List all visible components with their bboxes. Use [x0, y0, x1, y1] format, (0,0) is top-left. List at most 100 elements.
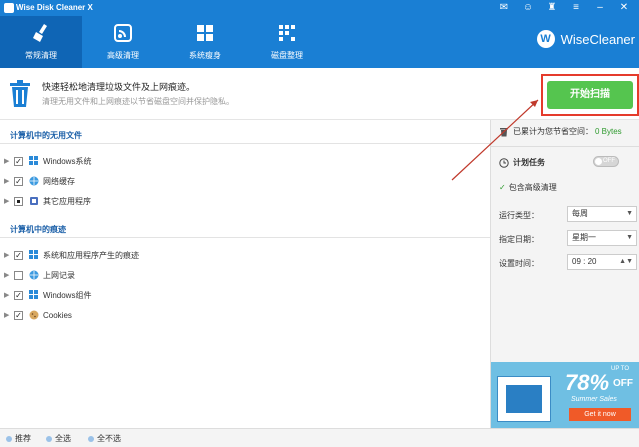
- recommend-label: 推荐: [15, 434, 31, 443]
- divider: [0, 143, 490, 144]
- run-type-label: 运行类型：: [499, 211, 539, 220]
- brand: W WiseCleaner: [536, 30, 635, 48]
- time-value: 09 : 20: [572, 257, 597, 266]
- time-label: 设置时间：: [499, 259, 539, 268]
- brand-name: WiseCleaner: [560, 31, 635, 47]
- trash-small-icon: [500, 127, 508, 136]
- tab-disk-defrag[interactable]: 磁盘整理: [246, 16, 328, 68]
- list-item-cookies[interactable]: ▶ ✓ Cookies: [4, 308, 72, 322]
- divider: [491, 146, 639, 147]
- schedule-label: 计划任务: [513, 158, 545, 167]
- title-bar: Wise Disk Cleaner X ✉ ☺ ♜ ≡ – ✕: [0, 0, 639, 16]
- select-all-icon: [46, 435, 52, 442]
- select-none-link[interactable]: 全不选: [88, 433, 121, 444]
- tab-system-slim[interactable]: 系统瘦身: [164, 16, 246, 68]
- wisecleaner-logo-icon: W: [536, 30, 555, 48]
- bottom-bar: 推荐 全选 全不选: [0, 428, 639, 447]
- item-label: Windows组件: [43, 290, 92, 300]
- defrag-icon: [279, 25, 295, 41]
- checkbox[interactable]: ✓: [14, 290, 23, 300]
- windows-icon: [197, 25, 213, 41]
- start-scan-button[interactable]: 开始扫描: [547, 81, 633, 109]
- run-type-value: 每周: [572, 209, 588, 218]
- cookie-icon: [29, 310, 39, 320]
- tab-advanced-clean[interactable]: 高级清理: [82, 16, 164, 68]
- expand-arrow-icon[interactable]: ▶: [4, 197, 14, 205]
- list-item-browsing-history[interactable]: ▶ 上网记录: [4, 268, 75, 282]
- settings-icon[interactable]: ≡: [569, 1, 583, 15]
- item-label: 其它应用程序: [43, 196, 91, 206]
- expand-arrow-icon[interactable]: ▶: [4, 291, 14, 299]
- advanced-clean-icon: [114, 24, 132, 42]
- clean-items-panel: 计算机中的无用文件 ▶ ✓ Windows系统 ▶ ✓ 网络缓存 ▶ 其它应用程…: [0, 120, 490, 428]
- list-item-system-app-traces[interactable]: ▶ ✓ 系统和应用程序产生的痕迹: [4, 248, 139, 262]
- chevron-down-icon: ▼: [626, 234, 633, 241]
- select-all-link[interactable]: 全选: [46, 433, 71, 444]
- checkbox[interactable]: [14, 270, 23, 280]
- select-all-label: 全选: [55, 434, 71, 443]
- recommend-icon: [6, 435, 12, 442]
- skin-icon[interactable]: ♜: [545, 1, 559, 15]
- mail-icon[interactable]: ✉: [497, 1, 511, 15]
- minimize-icon[interactable]: –: [593, 1, 607, 15]
- list-item-windows-components[interactable]: ▶ ✓ Windows组件: [4, 288, 91, 302]
- tab-label: 高级清理: [107, 51, 139, 60]
- section-title-junk: 计算机中的无用文件: [10, 131, 82, 140]
- time-input[interactable]: 09 : 20 ▲▼: [567, 254, 637, 270]
- app-logo-icon: [4, 3, 14, 13]
- list-item-network-cache[interactable]: ▶ ✓ 网络缓存: [4, 174, 75, 188]
- expand-arrow-icon[interactable]: ▶: [4, 177, 14, 185]
- get-it-now-button[interactable]: Get it now: [569, 408, 631, 421]
- include-advanced-row[interactable]: ✓ 包含高级清理: [499, 182, 557, 193]
- item-label: 上网记录: [43, 270, 75, 280]
- windows-icon: [29, 290, 38, 299]
- tab-common-clean[interactable]: 常规清理: [0, 16, 82, 68]
- space-saved-value: 0 Bytes: [595, 127, 622, 136]
- schedule-toggle[interactable]: OFF: [593, 156, 619, 167]
- expand-arrow-icon[interactable]: ▶: [4, 157, 14, 165]
- item-label: 网络缓存: [43, 176, 75, 186]
- spinner-icon[interactable]: ▲▼: [619, 255, 633, 269]
- recommend-link[interactable]: 推荐: [6, 433, 31, 444]
- select-none-label: 全不选: [97, 434, 121, 443]
- promo-sale: Summer Sales: [571, 396, 617, 403]
- toggle-knob: [595, 158, 602, 165]
- windows-icon: [29, 156, 38, 165]
- info-headline: 快速轻松地清理垃圾文件及上网痕迹。: [42, 82, 196, 92]
- expand-arrow-icon[interactable]: ▶: [4, 271, 14, 279]
- app-header: Wise Disk Cleaner X ✉ ☺ ♜ ≡ – ✕ 常规清理 高级清…: [0, 0, 639, 68]
- app-title: Wise Disk Cleaner X: [16, 3, 93, 12]
- date-label: 指定日期：: [499, 235, 539, 244]
- app-icon: [30, 197, 38, 205]
- checkbox[interactable]: ✓: [14, 156, 23, 166]
- toggle-state: OFF: [603, 158, 615, 164]
- space-saved-row: 已累计为您节省空间： 0 Bytes: [499, 126, 622, 137]
- scan-button-highlight: 开始扫描: [541, 74, 639, 116]
- space-saved-label: 已累计为您节省空间：: [513, 127, 593, 136]
- checkbox[interactable]: ✓: [14, 176, 23, 186]
- list-item-other-apps[interactable]: ▶ 其它应用程序: [4, 194, 91, 208]
- globe-icon: [29, 176, 39, 186]
- run-type-select[interactable]: 每周 ▼: [567, 206, 637, 222]
- expand-arrow-icon[interactable]: ▶: [4, 311, 14, 319]
- date-value: 星期一: [572, 233, 596, 242]
- promo-off: OFF: [613, 378, 633, 389]
- list-item-windows-system[interactable]: ▶ ✓ Windows系统: [4, 154, 91, 168]
- user-icon[interactable]: ☺: [521, 1, 535, 15]
- promo-percent: 78%: [565, 370, 610, 395]
- promo-banner[interactable]: UP TO 78% OFF Summer Sales Get it now: [491, 362, 639, 428]
- windows-icon: [29, 250, 38, 259]
- checkbox[interactable]: ✓: [14, 250, 23, 260]
- window-controls: ✉ ☺ ♜ ≡ – ✕: [497, 1, 631, 15]
- checkbox-partial[interactable]: [14, 196, 23, 206]
- item-label: Cookies: [43, 310, 72, 320]
- settings-panel: 已累计为您节省空间： 0 Bytes 计划任务 OFF ✓ 包含高级清理 运行类…: [490, 120, 639, 428]
- tab-label: 常规清理: [25, 51, 57, 60]
- close-icon[interactable]: ✕: [617, 1, 631, 15]
- expand-arrow-icon[interactable]: ▶: [4, 251, 14, 259]
- checkmark-icon[interactable]: ✓: [499, 183, 506, 192]
- main-tabs: 常规清理 高级清理 系统瘦身 磁盘整理: [0, 16, 328, 68]
- checkbox[interactable]: ✓: [14, 310, 23, 320]
- trash-icon: [10, 80, 30, 107]
- date-select[interactable]: 星期一 ▼: [567, 230, 637, 246]
